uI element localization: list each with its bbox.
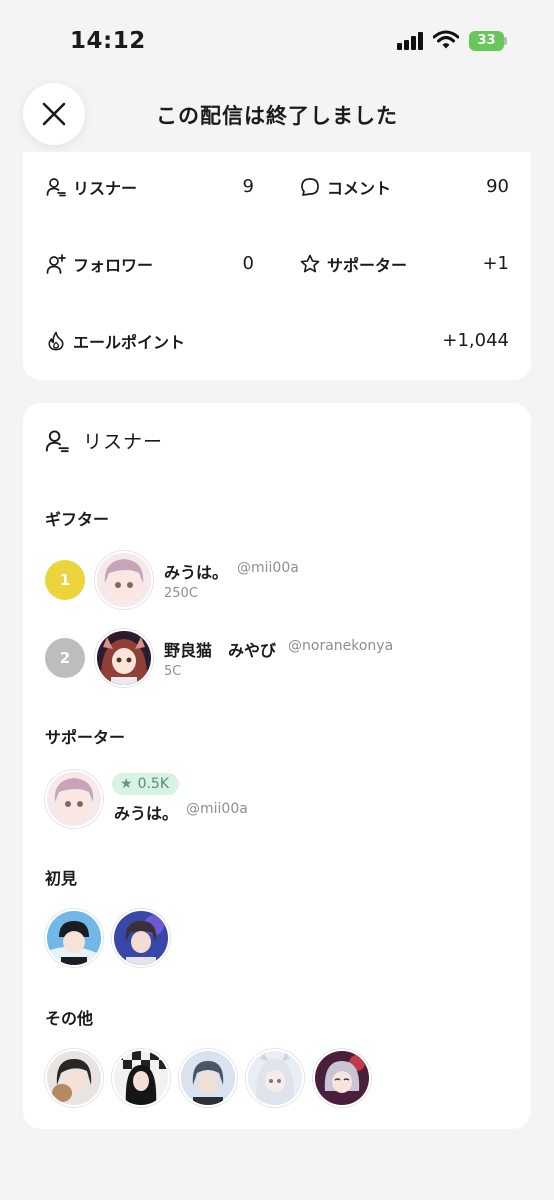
supporter-name: みうは。: [114, 804, 179, 823]
stat-yell-points: エールポイント: [45, 326, 185, 356]
page-title: この配信は終了しました: [156, 104, 398, 128]
avatar[interactable]: [45, 1049, 103, 1107]
stat-listeners-label: リスナー: [73, 179, 138, 198]
gifter-name: みうは。: [164, 563, 229, 582]
rank-badge: 1: [45, 560, 85, 600]
avatar[interactable]: [246, 1049, 304, 1107]
gifter-name: 野良猫 みやび: [164, 641, 277, 660]
status-time: 14:12: [70, 28, 146, 54]
comment-icon: [299, 176, 321, 198]
gifter-amount: 5C: [164, 664, 182, 679]
star-icon: ★: [120, 776, 133, 792]
avatar[interactable]: [45, 770, 103, 828]
stats-card: リスナー 9 コメント 90 フォロワー 0 サポーター +1 エールポイント …: [23, 152, 531, 380]
supporter-badge: ★ 0.5K: [112, 773, 180, 795]
stat-listeners-value: 9: [242, 176, 254, 197]
gifter-handle: @mii00a: [237, 560, 299, 576]
avatar[interactable]: [179, 1049, 237, 1107]
avatar[interactable]: [313, 1049, 371, 1107]
user-icon: [45, 176, 67, 198]
gifter-amount: 250C: [164, 586, 198, 601]
stat-followers: フォロワー: [45, 249, 153, 279]
star-outline-icon: [299, 253, 321, 275]
first-time-title: 初見: [45, 869, 78, 888]
avatar[interactable]: [112, 1049, 170, 1107]
gifter-handle: @noranekonya: [288, 638, 394, 654]
avatar[interactable]: [95, 551, 153, 609]
user-plus-icon: [45, 253, 67, 275]
listener-card-title: リスナー: [83, 431, 164, 453]
supporter-handle: @mii00a: [186, 801, 248, 817]
supporter-badge-value: 0.5K: [137, 776, 170, 792]
wifi-icon: [433, 30, 459, 49]
listener-card: リスナー ギフター 1 みうは。 @mii00a 250C 2 野良猫 みやび …: [23, 403, 531, 1129]
stat-supporters-value: +1: [482, 253, 509, 274]
signal-icon: [397, 32, 425, 50]
header: この配信は終了しました: [0, 80, 554, 152]
gifters-title: ギフター: [45, 510, 110, 529]
avatar[interactable]: [95, 629, 153, 687]
rank-badge: 2: [45, 638, 85, 678]
avatar[interactable]: [45, 909, 103, 967]
listener-card-header: リスナー: [45, 427, 163, 454]
stat-supporters-label: サポーター: [327, 256, 408, 275]
supporters-title: サポーター: [45, 728, 126, 747]
stat-comments: コメント: [299, 172, 391, 202]
stat-followers-value: 0: [242, 253, 254, 274]
stat-comments-value: 90: [486, 176, 509, 197]
battery-level: 33: [469, 31, 504, 51]
battery-icon: 33: [469, 31, 507, 51]
avatar[interactable]: [112, 909, 170, 967]
stat-yell-points-value: +1,044: [442, 330, 509, 351]
stat-listeners: リスナー: [45, 172, 137, 202]
others-title: その他: [45, 1009, 94, 1028]
flame-icon: [45, 330, 67, 352]
stat-followers-label: フォロワー: [73, 256, 154, 275]
stat-comments-label: コメント: [327, 179, 392, 198]
user-icon: [45, 429, 69, 452]
status-bar: 14:12 33: [0, 0, 554, 80]
stat-yell-points-label: エールポイント: [73, 333, 186, 352]
stat-supporters: サポーター: [299, 249, 407, 279]
